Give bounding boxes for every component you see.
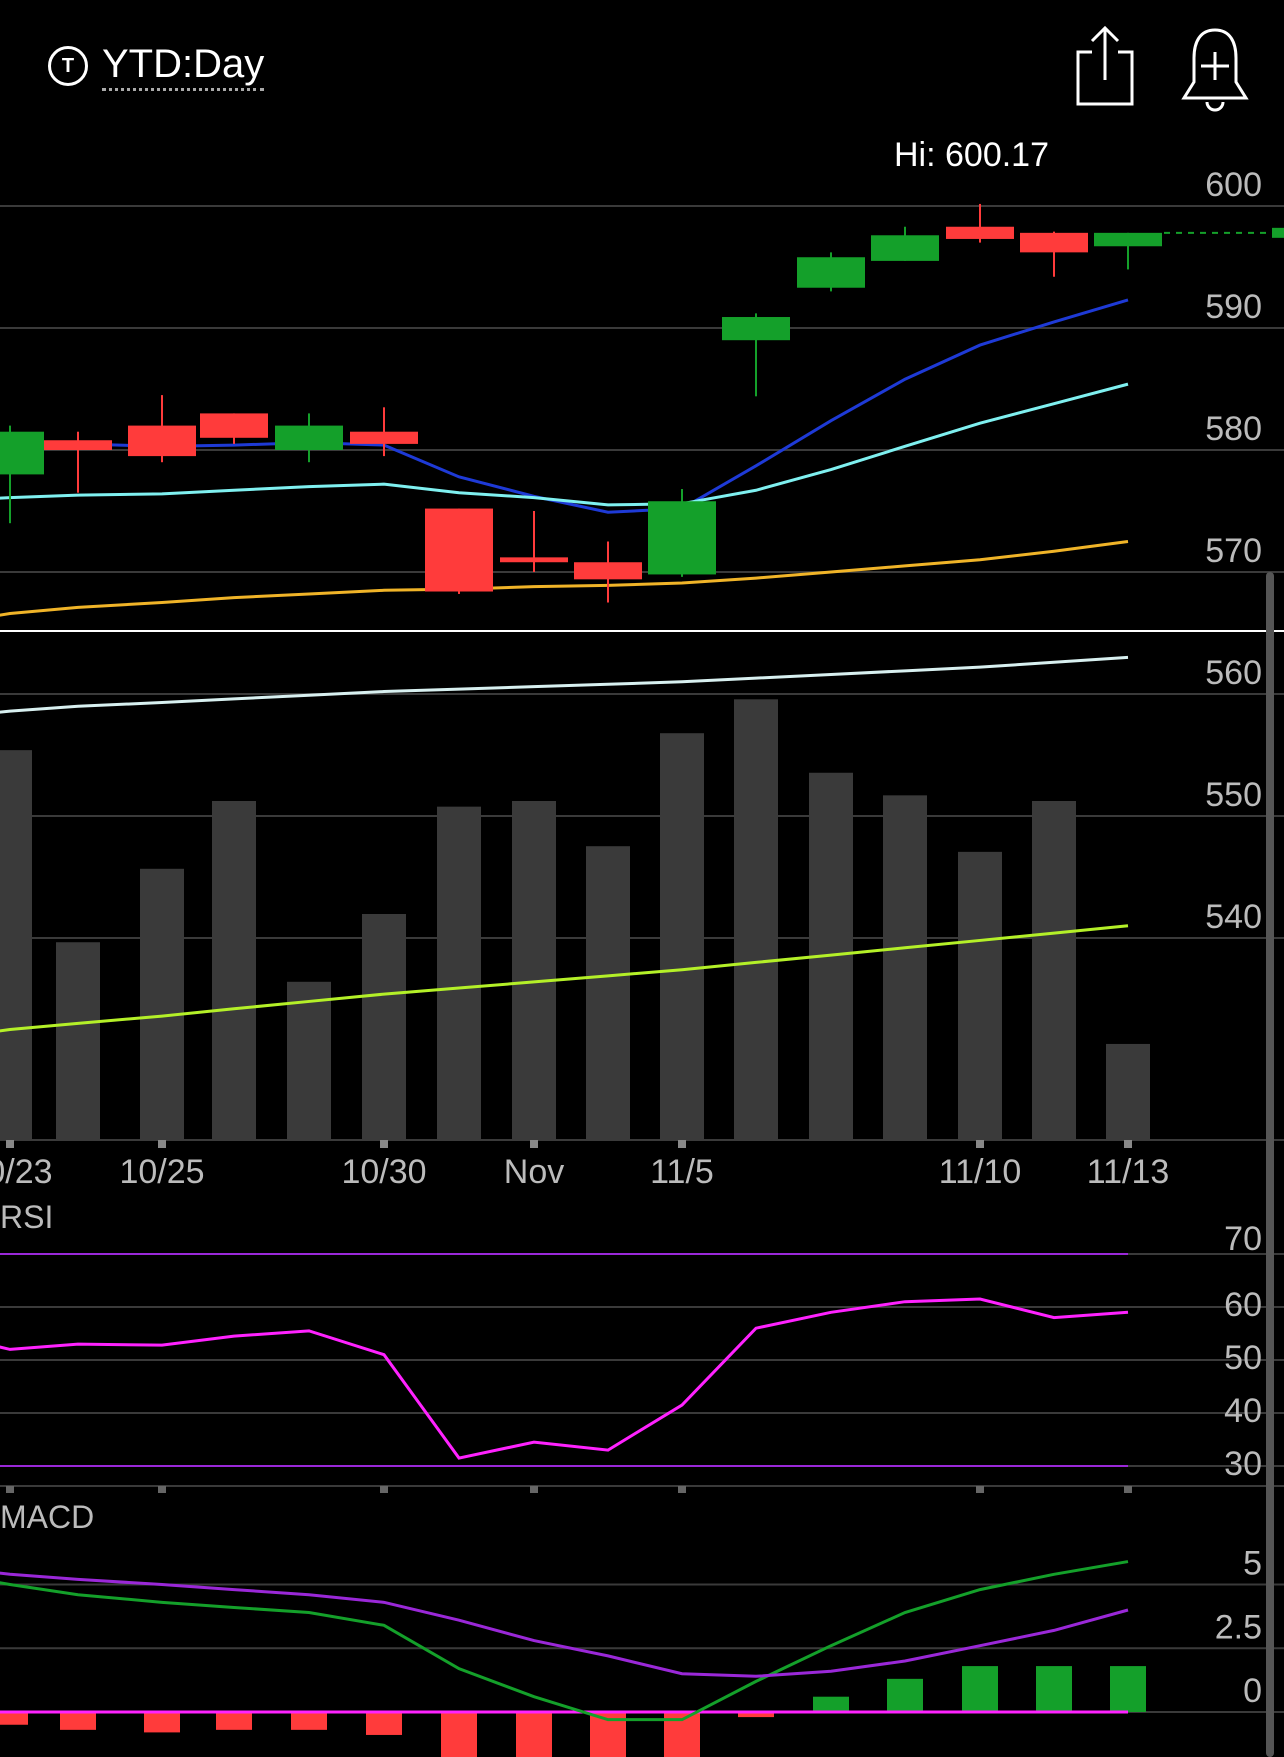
time-axis-label: 10/23 (0, 1153, 53, 1191)
macd-histogram-bar (962, 1666, 998, 1712)
rsi-axis-label: 70 (1224, 1220, 1262, 1258)
rsi-tick-mark (530, 1486, 538, 1493)
time-tick-mark (380, 1140, 388, 1148)
candle-body (425, 508, 493, 592)
time-tick-mark (530, 1140, 538, 1148)
candle-body (574, 562, 642, 580)
macd-histogram-bar (813, 1696, 849, 1712)
price-axis-label: 550 (1205, 776, 1262, 814)
macd-histogram-bar (0, 1712, 28, 1725)
candle-body (722, 317, 790, 341)
moving-average-line (0, 540, 1129, 617)
time-axis-label: 11/13 (1087, 1153, 1170, 1191)
macd-histogram-bar (366, 1712, 402, 1735)
candle-body (648, 501, 716, 575)
period-label[interactable]: YTD:Day (102, 42, 265, 91)
volume-bar (1106, 1043, 1150, 1140)
macd-histogram-bar (291, 1712, 327, 1730)
time-axis-label: 11/5 (650, 1153, 714, 1191)
volume-bar (212, 801, 256, 1140)
last-price-marker (1272, 227, 1284, 238)
volume-bar (287, 981, 331, 1140)
rsi-axis-label: 30 (1224, 1445, 1262, 1483)
candle-body (500, 557, 568, 563)
volume-bar (437, 806, 481, 1140)
candle-body (946, 226, 1014, 239)
chart-canvas[interactable]: 600590580570560550540Hi: 600.1710/2310/2… (0, 0, 1284, 1757)
volume-bar (1032, 801, 1076, 1140)
time-tick-mark (158, 1140, 166, 1148)
volume-bar (586, 846, 630, 1140)
macd-histogram-bar (516, 1712, 552, 1757)
macd-label: MACD (0, 1499, 94, 1535)
price-axis-label: 560 (1205, 654, 1262, 692)
time-tick-mark (976, 1140, 984, 1148)
macd-histogram-bar (144, 1712, 180, 1733)
price-axis-label: 540 (1205, 898, 1262, 936)
price-axis-label: 600 (1205, 166, 1262, 204)
candle-body (871, 235, 939, 261)
macd-histogram-bar (60, 1712, 96, 1730)
rsi-tick-mark (1124, 1486, 1132, 1493)
time-axis-label: 10/30 (341, 1153, 426, 1191)
add-alert-button[interactable] (1170, 24, 1260, 114)
price-axis-label: 580 (1205, 410, 1262, 448)
high-label: Hi: 600.17 (894, 136, 1049, 174)
macd-histogram-bar (216, 1712, 252, 1730)
time-tick-mark (6, 1140, 14, 1148)
rsi-tick-mark (6, 1486, 14, 1493)
volume-bar (0, 750, 32, 1140)
macd-histogram-bar (441, 1712, 477, 1757)
rsi-tick-mark (380, 1486, 388, 1493)
volume-bar (56, 942, 100, 1140)
rsi-label: RSI (0, 1199, 53, 1235)
rsi-axis-label: 40 (1224, 1392, 1262, 1430)
candle-body (350, 431, 418, 444)
candle-body (200, 413, 268, 438)
price-axis-label: 590 (1205, 288, 1262, 326)
ticker-icon: T (48, 46, 88, 86)
candle-body (44, 440, 112, 450)
top-bar: T YTD:Day (0, 0, 1284, 130)
candle-body (275, 425, 343, 450)
rsi-tick-mark (158, 1486, 166, 1493)
volume-bar (958, 851, 1002, 1140)
bell-plus-icon (1181, 28, 1249, 112)
volume-bar (660, 733, 704, 1140)
period-selector[interactable]: T YTD:Day (48, 40, 265, 92)
candle-body (1094, 232, 1162, 247)
macd-histogram-bar (1036, 1666, 1072, 1712)
volume-bar (362, 914, 406, 1140)
moving-average-line (0, 655, 1129, 714)
rsi-tick-mark (678, 1486, 686, 1493)
rsi-line (0, 1297, 1129, 1460)
macd-axis-label: 2.5 (1215, 1608, 1262, 1646)
candle-body (797, 257, 865, 288)
volume-bar (140, 868, 184, 1140)
time-axis-label: Nov (504, 1153, 564, 1191)
candle-body (0, 431, 44, 475)
vertical-scrollbar[interactable] (1266, 572, 1274, 1757)
volume-bar (512, 801, 556, 1140)
volume-bar (883, 795, 927, 1140)
time-axis-label: 10/25 (119, 1153, 204, 1191)
rsi-tick-mark (976, 1486, 984, 1493)
share-icon (1076, 25, 1134, 106)
volume-bar (734, 699, 778, 1140)
rsi-axis-label: 50 (1224, 1339, 1262, 1377)
macd-axis-label: 0 (1243, 1672, 1262, 1710)
macd-histogram-bar (887, 1678, 923, 1712)
price-axis-label: 570 (1205, 532, 1262, 570)
rsi-axis-label: 60 (1224, 1286, 1262, 1324)
share-button[interactable] (1062, 24, 1152, 114)
candle-body (128, 425, 196, 457)
candle-body (1020, 232, 1088, 253)
moving-average-line (0, 298, 1129, 514)
time-tick-mark (1124, 1140, 1132, 1148)
macd-histogram-bar (1110, 1666, 1146, 1712)
macd-axis-label: 5 (1243, 1545, 1262, 1583)
time-tick-mark (678, 1140, 686, 1148)
time-axis-label: 11/10 (939, 1153, 1022, 1191)
